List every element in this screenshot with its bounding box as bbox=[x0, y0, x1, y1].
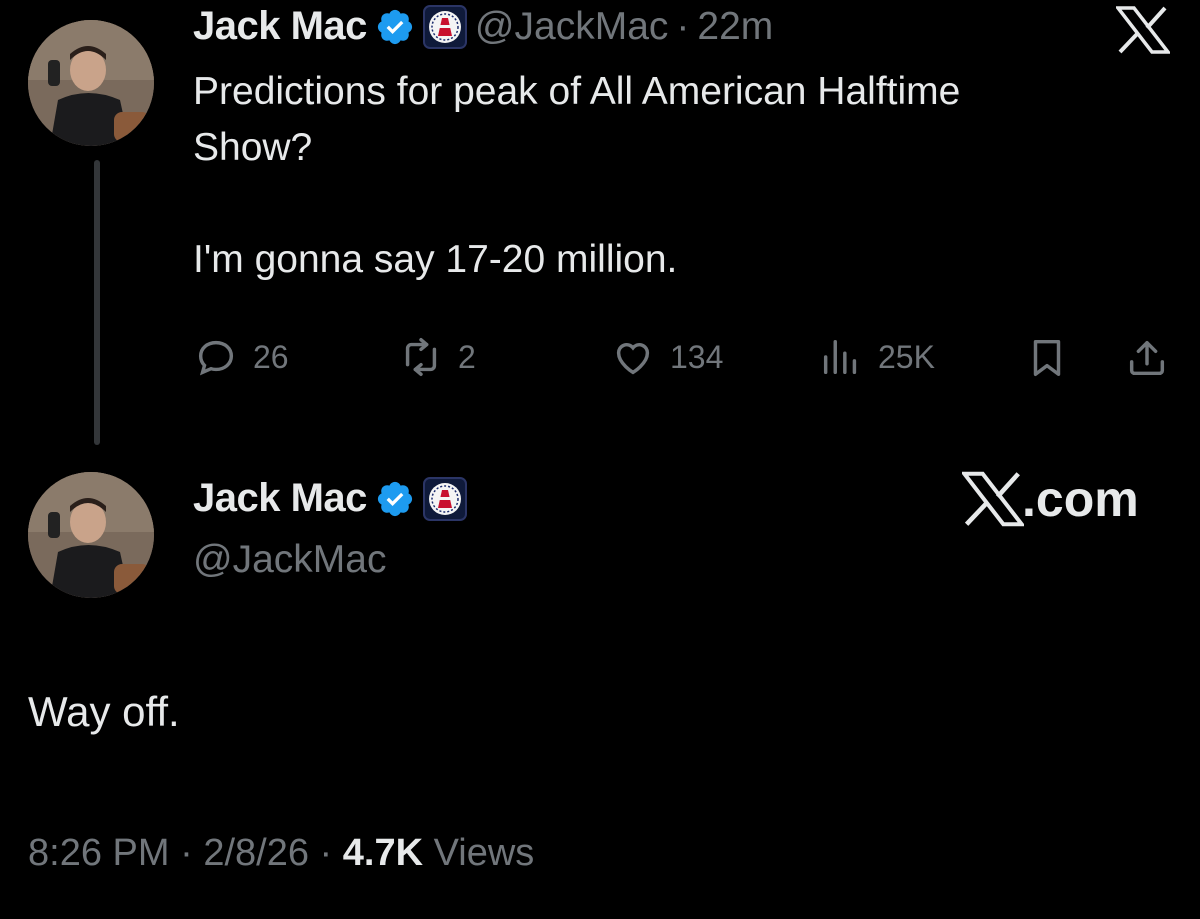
avatar-image bbox=[28, 472, 154, 598]
repost-count: 2 bbox=[458, 338, 476, 375]
reply-count: 26 bbox=[253, 338, 289, 375]
like-count: 134 bbox=[670, 338, 724, 375]
share-icon[interactable] bbox=[1124, 335, 1170, 381]
author-handle[interactable]: @JackMac bbox=[475, 5, 668, 49]
repost-icon bbox=[405, 338, 437, 376]
analytics-icon bbox=[823, 339, 857, 375]
tweet-header: Jack Mac @JackMac · 22m bbox=[193, 4, 773, 49]
author-handle[interactable]: @JackMac bbox=[193, 538, 386, 582]
tweet-metadata: 8:26 PM · 2/8/26 · 4.7K Views bbox=[28, 832, 534, 875]
thread-line bbox=[94, 160, 100, 445]
x-logo-icon[interactable] bbox=[1116, 6, 1170, 54]
tweet-text-line: Predictions for peak of All American Hal… bbox=[193, 70, 961, 113]
like-button[interactable]: 134 bbox=[610, 334, 723, 380]
reply-text: Way off. bbox=[28, 688, 180, 735]
heart-icon bbox=[616, 343, 650, 375]
x-com-brand[interactable]: .com bbox=[962, 470, 1139, 528]
reply-header: Jack Mac bbox=[193, 476, 467, 521]
post-time[interactable]: 8:26 PM bbox=[28, 832, 170, 874]
separator-dot: · bbox=[676, 4, 690, 48]
post-date[interactable]: 2/8/26 bbox=[203, 832, 309, 874]
separator-dot: · bbox=[180, 832, 193, 874]
views-label: Views bbox=[433, 832, 535, 874]
author-name[interactable]: Jack Mac bbox=[193, 4, 367, 49]
tweet-body: Predictions for peak of All American Hal… bbox=[193, 64, 1173, 288]
separator-dot: · bbox=[319, 832, 333, 874]
verified-badge-icon bbox=[377, 481, 413, 516]
avatar[interactable] bbox=[28, 472, 154, 598]
views-count[interactable]: 4.7K bbox=[343, 832, 423, 874]
reply-icon bbox=[198, 340, 234, 376]
barstool-affiliate-icon[interactable] bbox=[422, 476, 467, 521]
author-name[interactable]: Jack Mac bbox=[193, 476, 367, 521]
avatar[interactable] bbox=[28, 20, 154, 146]
reply-button[interactable]: 26 bbox=[193, 334, 289, 380]
avatar-image bbox=[28, 20, 154, 146]
views-button[interactable]: 25K bbox=[818, 334, 935, 380]
repost-button[interactable]: 2 bbox=[398, 334, 476, 380]
tweet-text-line: Show? bbox=[193, 126, 313, 169]
brand-domain: .com bbox=[1022, 471, 1139, 527]
views-count: 25K bbox=[878, 338, 935, 375]
x-logo-icon bbox=[962, 471, 1024, 527]
verified-badge-icon bbox=[377, 9, 413, 44]
barstool-affiliate-icon[interactable] bbox=[422, 4, 467, 49]
bookmark-icon[interactable] bbox=[1024, 335, 1070, 381]
tweet-text-line: I'm gonna say 17-20 million. bbox=[193, 238, 678, 281]
time-ago[interactable]: 22m bbox=[697, 5, 773, 49]
